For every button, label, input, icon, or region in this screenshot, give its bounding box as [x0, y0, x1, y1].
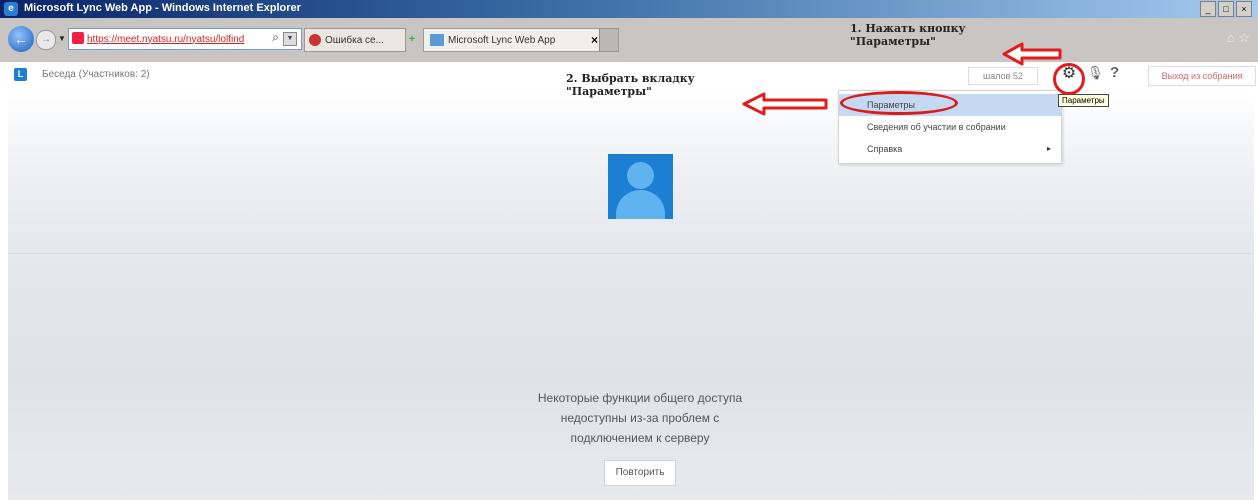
home-favorites-icons[interactable]: ⌂ ☆	[1227, 30, 1250, 46]
menu-item-label: Справка	[867, 144, 903, 154]
annotation-step-2-line: 2. Выбрать вкладку	[566, 72, 695, 85]
tab-lync-label: Microsoft Lync Web App	[448, 34, 556, 46]
annotation-arrow-1	[1002, 42, 1062, 66]
highlight-oval-options	[840, 91, 958, 115]
address-bar[interactable]: https://meet.nyatsu.ru/nyatsu/lolfind ⌕ …	[68, 28, 302, 50]
error-icon	[309, 34, 321, 46]
menu-item-label: Сведения об участии в собрании	[867, 122, 1006, 132]
message-line: подключением к серверу	[570, 431, 710, 445]
annotation-step-1: 1. Нажать кнопку "Параметры"	[850, 22, 966, 48]
forward-button[interactable]: →	[36, 30, 56, 50]
menu-item-help[interactable]: Справка ▸	[839, 138, 1061, 160]
back-button[interactable]: ←	[8, 26, 34, 52]
tab-error[interactable]: Ошибка се...	[304, 28, 406, 52]
window-titlebar: e Microsoft Lync Web App - Windows Inter…	[0, 0, 1258, 18]
meeting-timer: шалов 52	[968, 67, 1038, 85]
tab-error-label: Ошибка се...	[325, 34, 384, 46]
avatar	[608, 154, 673, 219]
close-tab-icon[interactable]: ×	[591, 33, 598, 47]
message-line: Некоторые функции общего доступа	[537, 391, 743, 405]
microphone-icon[interactable]: 🎙	[1087, 65, 1104, 81]
new-tab-blank[interactable]	[599, 29, 618, 51]
annotation-step-1-line: "Параметры"	[850, 35, 936, 48]
lync-logo-icon: L	[14, 68, 27, 81]
history-dropdown-icon[interactable]: ▼	[58, 34, 66, 43]
stage-divider	[8, 253, 1254, 254]
retry-button[interactable]: Повторить	[604, 460, 676, 486]
conversation-title: Беседа (Участников: 2)	[42, 69, 150, 80]
leave-meeting-button[interactable]: Выход из собрания	[1148, 66, 1256, 86]
gear-tooltip: Параметры	[1058, 94, 1109, 107]
tab-lync-web-app[interactable]: Microsoft Lync Web App ×	[423, 28, 619, 52]
search-icon[interactable]: ⌕	[272, 30, 279, 45]
annotation-step-2: 2. Выбрать вкладку "Параметры"	[566, 72, 695, 98]
lync-page-icon	[430, 34, 444, 46]
new-tab-button[interactable]: +	[403, 28, 421, 50]
minimize-button[interactable]: _	[1200, 1, 1216, 17]
menu-item-meeting-info[interactable]: Сведения об участии в собрании	[839, 116, 1061, 138]
avatar-body-shape	[616, 190, 665, 219]
maximize-button[interactable]: □	[1218, 1, 1234, 17]
annotation-step-1-line: 1. Нажать кнопку	[850, 22, 966, 35]
address-url[interactable]: https://meet.nyatsu.ru/nyatsu/lolfind	[87, 34, 257, 45]
annotation-step-2-line: "Параметры"	[566, 85, 652, 98]
internet-explorer-icon: e	[4, 2, 18, 16]
browser-toolbar: ← → ▼ https://meet.nyatsu.ru/nyatsu/lolf…	[0, 18, 1258, 62]
certificate-error-icon	[72, 32, 84, 44]
connection-error-message: Некоторые функции общего доступа недосту…	[504, 388, 776, 448]
window-title: Microsoft Lync Web App - Windows Interne…	[24, 2, 301, 14]
highlight-circle-gear	[1053, 63, 1085, 95]
window-controls: _ □ ×	[1200, 1, 1252, 17]
close-window-button[interactable]: ×	[1236, 1, 1252, 17]
help-icon[interactable]: ?	[1110, 64, 1119, 81]
message-line: недоступны из-за проблем с	[560, 411, 720, 425]
submenu-arrow-icon: ▸	[1046, 144, 1051, 153]
address-dropdown-icon[interactable]: ▼	[283, 32, 297, 46]
avatar-head-shape	[627, 162, 654, 189]
annotation-arrow-2	[742, 92, 828, 116]
